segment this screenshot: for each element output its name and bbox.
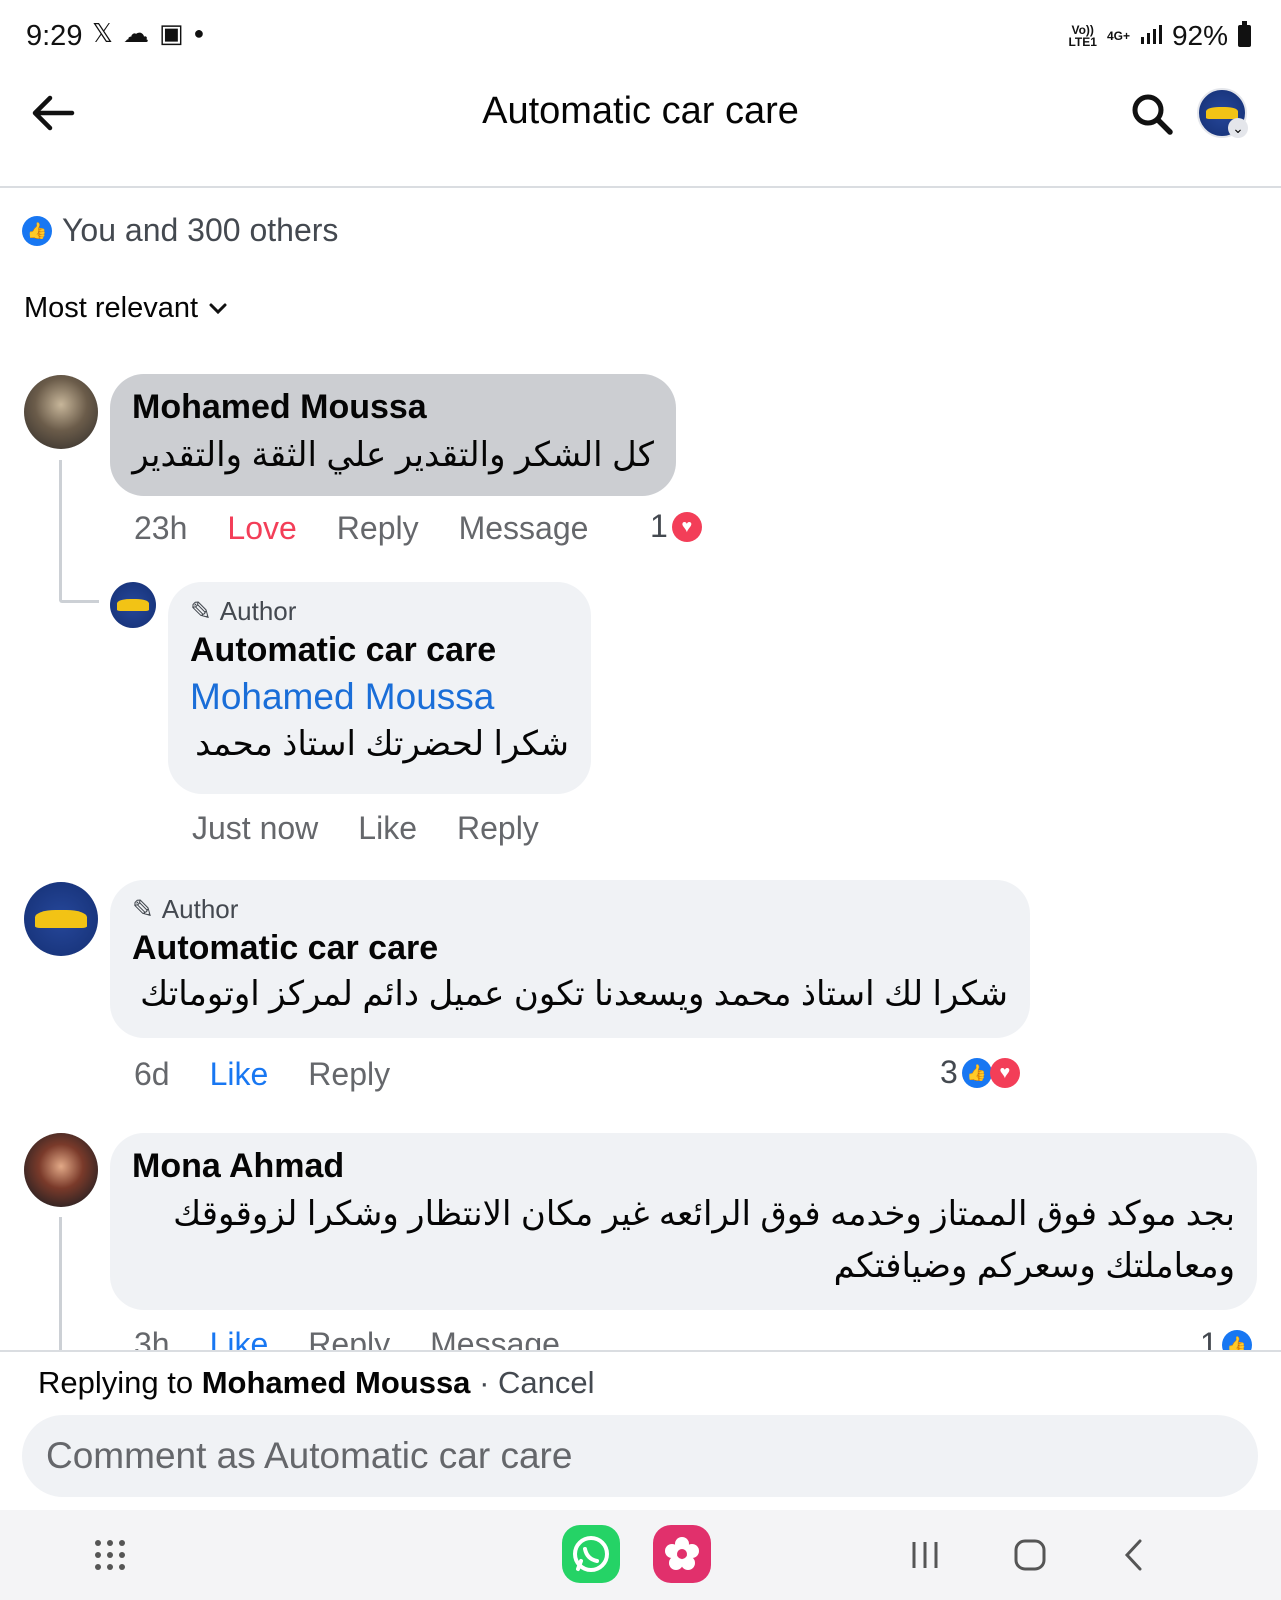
- author-badge-label: Author: [161, 894, 239, 924]
- search-icon: [1132, 94, 1173, 135]
- message-button[interactable]: Message: [459, 510, 589, 547]
- comment-time: 6d: [134, 1056, 170, 1092]
- comment-bubble[interactable]: Mohamed Moussa كل الشكر والتقدير علي الث…: [110, 374, 676, 496]
- home-button[interactable]: [1010, 1525, 1050, 1585]
- chevron-down-icon: [209, 303, 227, 314]
- thread-line: [59, 1217, 62, 1350]
- replying-to-label: Replying to Mohamed Moussa · Cancel: [38, 1365, 595, 1401]
- signal-icon: [1140, 20, 1162, 52]
- x-app-icon: 𝕏: [92, 18, 113, 48]
- comment-actions: 6d Like Reply: [134, 1056, 390, 1093]
- thread-line-branch: [59, 600, 99, 603]
- reactions-summary[interactable]: 👍 You and 300 others: [22, 212, 338, 249]
- gallery-icon: ▣: [158, 18, 184, 48]
- flower-icon: [665, 1537, 699, 1570]
- love-reaction-icon: ♥: [989, 1057, 1020, 1088]
- comment-actions: 23h Love Reply Message: [134, 510, 588, 547]
- comment-text: شكرا لحضرتك استاذ محمد: [195, 725, 569, 763]
- comment-bubble[interactable]: Mona Ahmad بجد موكد فوق الممتاز وخدمه فو…: [110, 1133, 1257, 1310]
- comment-actions: Just now Like Reply: [192, 810, 539, 847]
- volte-indicator: Vo)) LTE1: [1068, 23, 1097, 49]
- comment-time: 23h: [134, 510, 188, 546]
- comment-time: Just now: [192, 810, 319, 846]
- status-bar: 9:29 𝕏 ☁ ▣ ● Vo)) LTE1 4G+ 92%: [0, 0, 1281, 78]
- sort-dropdown[interactable]: Most relevant: [24, 292, 228, 325]
- reply-button[interactable]: Reply: [337, 510, 419, 547]
- author-badge: ✎ Author: [132, 894, 1008, 925]
- reaction-count[interactable]: 3 👍 ♥: [940, 1054, 1020, 1091]
- author-badge-label: Author: [219, 596, 297, 626]
- chevron-left-icon: [1124, 1539, 1142, 1571]
- pencil-icon: ✎: [190, 596, 212, 626]
- status-notification-icons: 𝕏 ☁ ▣ ●: [92, 18, 204, 49]
- system-nav-bar: [0, 1510, 1281, 1600]
- chevron-down-icon: ⌄: [1228, 118, 1248, 138]
- reply-button[interactable]: Reply: [457, 810, 539, 847]
- avatar[interactable]: [24, 375, 98, 449]
- comment-text-line-2: ومعاملتك وسعركم وضيافتكم: [833, 1247, 1235, 1285]
- page-title: Automatic car care: [482, 90, 799, 132]
- battery-icon: [1238, 21, 1251, 47]
- cancel-reply-button[interactable]: Cancel: [498, 1365, 595, 1400]
- logo-wing-icon: [35, 910, 87, 928]
- author-badge: ✎ Author: [190, 596, 569, 627]
- cloud-icon: ☁: [122, 18, 149, 48]
- reply-button[interactable]: Reply: [308, 1056, 390, 1093]
- battery-percent: 92%: [1171, 20, 1228, 51]
- comment-text: كل الشكر والتقدير علي الثقة والتقدير: [132, 436, 654, 474]
- whatsapp-icon: [573, 1536, 609, 1572]
- apps-grid-icon: [95, 1540, 125, 1570]
- comment-bubble[interactable]: ✎ Author Automatic car care Mohamed Mous…: [168, 582, 591, 794]
- logo-wing-icon: [1205, 107, 1239, 119]
- logo-wing-icon: [116, 599, 150, 611]
- system-back-button[interactable]: [1115, 1525, 1155, 1585]
- reactions-summary-text: You and 300 others: [62, 212, 339, 248]
- avatar[interactable]: [24, 1133, 98, 1207]
- comment-author[interactable]: Mohamed Moussa: [132, 388, 654, 427]
- whatsapp-app-button[interactable]: [562, 1525, 620, 1583]
- comment-input[interactable]: [22, 1415, 1258, 1497]
- comment-text-line-1: بجد موكد فوق الممتاز وخدمه فوق الرائعه غ…: [173, 1195, 1235, 1233]
- like-button[interactable]: Like: [358, 810, 417, 847]
- avatar[interactable]: [24, 882, 98, 956]
- comment-text: شكرا لك استاذ محمد ويسعدنا تكون عميل دائ…: [140, 975, 1008, 1013]
- pencil-icon: ✎: [132, 894, 154, 924]
- avatar[interactable]: [110, 582, 156, 628]
- header-divider: [0, 186, 1281, 188]
- reaction-count[interactable]: 1 ♥: [650, 508, 702, 545]
- like-button[interactable]: Like: [210, 1056, 269, 1093]
- love-reaction-icon: ♥: [671, 511, 702, 542]
- search-button[interactable]: [1130, 92, 1174, 136]
- apps-grid-button[interactable]: [90, 1525, 130, 1585]
- comment-author[interactable]: Automatic car care: [132, 929, 1008, 968]
- flower-app-button[interactable]: [653, 1525, 711, 1583]
- recent-apps-icon: [912, 1542, 938, 1568]
- sort-label: Most relevant: [24, 292, 199, 324]
- status-right: Vo)) LTE1 4G+ 92%: [1068, 20, 1251, 52]
- comment-bubble[interactable]: ✎ Author Automatic car care شكرا لك استا…: [110, 880, 1030, 1038]
- recent-apps-button[interactable]: [905, 1525, 945, 1585]
- mention-link[interactable]: Mohamed Moussa: [190, 676, 569, 718]
- reaction-count-number: 3: [940, 1054, 958, 1090]
- like-reaction-icon: 👍: [961, 1057, 992, 1088]
- replying-prefix: Replying to: [38, 1365, 194, 1400]
- replying-target: Mohamed Moussa: [201, 1365, 471, 1400]
- dot-icon: ●: [193, 23, 205, 43]
- network-type: 4G+: [1106, 29, 1130, 43]
- comment-author[interactable]: Mona Ahmad: [132, 1147, 1235, 1186]
- love-button[interactable]: Love: [227, 510, 296, 547]
- comment-author[interactable]: Automatic car care: [190, 631, 569, 670]
- thread-line: [59, 460, 62, 600]
- reaction-count-number: 1: [650, 508, 668, 544]
- home-icon: [1014, 1539, 1046, 1571]
- like-reaction-icon: 👍: [22, 215, 52, 246]
- separator: ·: [479, 1365, 490, 1400]
- status-time: 9:29: [26, 20, 83, 52]
